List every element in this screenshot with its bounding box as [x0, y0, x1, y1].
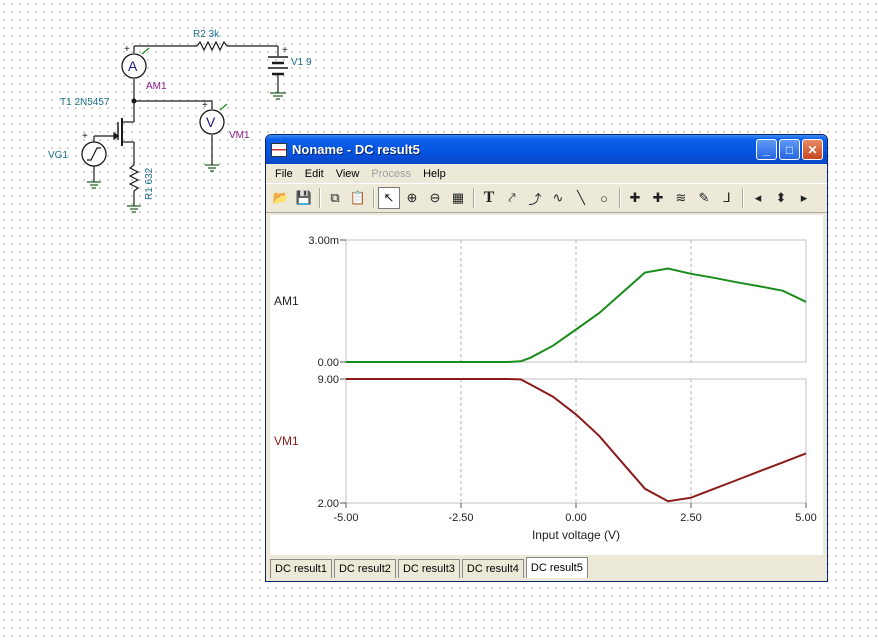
tab-dc-result4[interactable]: DC result4 [461, 559, 524, 578]
curve-fit-icon[interactable]: ∿ [547, 187, 569, 209]
dc-analysis-chart: 3.00m 0.00 AM1 9.00 2.00 VM1 -5.00 -2.50 0.00 2.5… [274, 235, 817, 542]
toolbar-separator [619, 188, 621, 208]
y-tick-label: 0.00 [318, 357, 339, 369]
app-icon [271, 142, 287, 157]
y-axis-label: VM1 [274, 434, 299, 448]
t1-label: T1 2N5457 [60, 97, 110, 108]
x-tick-label: -2.50 [448, 512, 473, 524]
x-tick-label: 0.00 [565, 512, 586, 524]
open-icon[interactable]: 📂 [270, 187, 292, 209]
x-axis-label: Input voltage (V) [532, 528, 620, 542]
menu-bar: File Edit View Process Help [266, 164, 827, 183]
x-tick-label: 5.00 [795, 512, 816, 524]
text-tool-icon[interactable]: T [478, 187, 500, 209]
result-tabs: DC result1 DC result2 DC result3 DC result4… [270, 557, 590, 578]
svg-text:A: A [128, 58, 138, 74]
tab-dc-result5[interactable]: DC result5 [525, 557, 588, 578]
close-button[interactable]: ✕ [802, 139, 823, 160]
svg-text:+: + [282, 45, 288, 56]
copy-icon[interactable]: ⧉ [324, 187, 346, 209]
toolbar-separator [373, 188, 375, 208]
zoom-out-icon[interactable]: ⊖ [424, 187, 446, 209]
dc-result-window: Noname - DC result5 _ □ ✕ File Edit View… [265, 134, 828, 582]
circle-tool-icon[interactable]: ○ [593, 187, 615, 209]
curves-icon[interactable]: ≋ [670, 187, 692, 209]
y-tick-label: 9.00 [318, 374, 339, 386]
r1-label: R1 632 [144, 167, 155, 200]
menu-file[interactable]: File [269, 166, 299, 182]
svg-text:+: + [202, 100, 208, 111]
toolbar-separator [742, 188, 744, 208]
y-tick-label: 2.00 [318, 498, 339, 510]
tab-dc-result3[interactable]: DC result3 [397, 559, 460, 578]
y-tick-label: 3.00m [308, 235, 339, 247]
color-picker-icon[interactable]: ✎ [693, 187, 715, 209]
toolbar-separator [319, 188, 321, 208]
tab-dc-result2[interactable]: DC result2 [333, 559, 396, 578]
zoom-in-icon[interactable]: ⊕ [401, 187, 423, 209]
menu-help[interactable]: Help [417, 166, 452, 182]
nav-updown-icon[interactable]: ⬍ [770, 187, 792, 209]
window-title: Noname - DC result5 [292, 142, 420, 157]
save-icon[interactable]: 💾 [293, 187, 315, 209]
svg-text:+: + [124, 44, 130, 55]
toolbar: 📂 💾 ⧉ 📋 ↖ ⊕ ⊖ ▦ T ⤤ ⤴ ∿ ╲ ○ ✚ ✚ ≋ ✎ ⅃ ◂ ⬍ ▸ [266, 183, 827, 213]
grid-icon[interactable]: ▦ [447, 187, 469, 209]
svg-text:V: V [206, 114, 216, 130]
tab-dc-result1[interactable]: DC result1 [270, 559, 332, 578]
curve-label-icon[interactable]: ⤤ [501, 187, 523, 209]
menu-process: Process [371, 167, 412, 180]
x-tick-label: -5.00 [333, 512, 358, 524]
toolbar-separator [473, 188, 475, 208]
minimize-button[interactable]: _ [756, 139, 777, 160]
menu-edit[interactable]: Edit [299, 166, 330, 182]
nav-left-icon[interactable]: ◂ [747, 187, 769, 209]
vg1-label: VG1 [48, 150, 68, 161]
svg-text:+: + [82, 131, 88, 142]
arrow-tool-icon[interactable]: ⅃ [716, 187, 738, 209]
v1-label: V1 9 [291, 57, 312, 68]
paste-icon[interactable]: 📋 [347, 187, 369, 209]
select-arrow-icon[interactable]: ↖ [378, 187, 400, 209]
line-tool-icon[interactable]: ╲ [570, 187, 592, 209]
x-tick-label: 2.50 [680, 512, 701, 524]
am1-label: AM1 [146, 81, 167, 92]
y-axis-label: AM1 [274, 294, 299, 308]
curve-label2-icon[interactable]: ⤴ [524, 187, 546, 209]
cursor-b-icon[interactable]: ✚ [647, 187, 669, 209]
nav-right-icon[interactable]: ▸ [793, 187, 815, 209]
plot-area: 3.00m 0.00 AM1 9.00 2.00 VM1 -5.00 -2.50 0.00 2.5… [270, 215, 823, 555]
cursor-a-icon[interactable]: ✚ [624, 187, 646, 209]
maximize-button[interactable]: □ [779, 139, 800, 160]
menu-view[interactable]: View [330, 166, 366, 182]
title-bar[interactable]: Noname - DC result5 _ □ ✕ [266, 135, 827, 164]
r2-label: R2 3k [193, 29, 220, 40]
vm1-label: VM1 [229, 130, 250, 141]
